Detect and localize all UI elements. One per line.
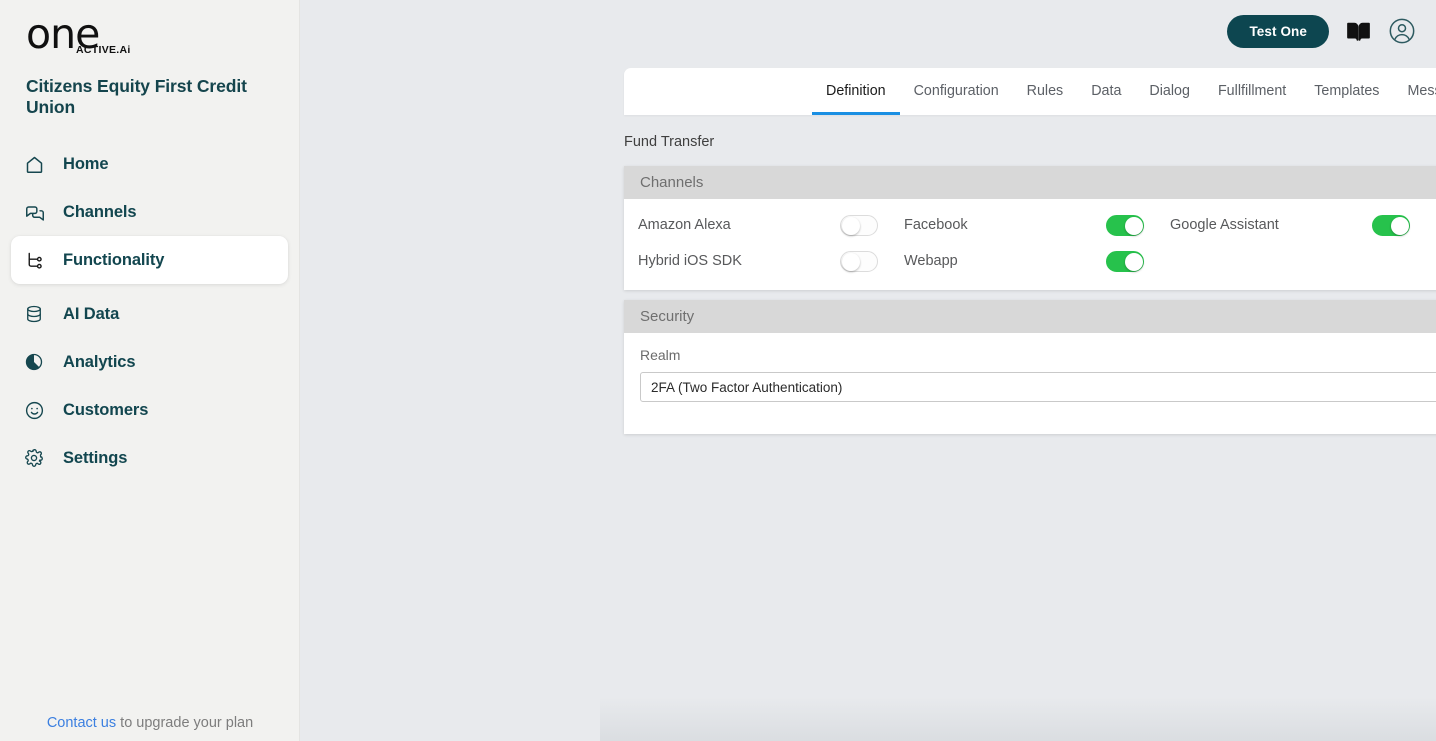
organization-name: Citizens Equity First Credit Union	[26, 76, 247, 117]
upgrade-plan-text: to upgrade your plan	[116, 715, 254, 731]
logo-tagline: ACTIVE.Ai	[76, 44, 131, 56]
toggle-knob	[1125, 216, 1143, 235]
contact-us-link[interactable]: Contact us	[47, 715, 116, 731]
channel-row-google-assistant: Google Assistant	[1170, 207, 1436, 243]
upgrade-plan-footer: Contact us to upgrade your plan	[0, 715, 300, 731]
sidebar-item-home[interactable]: Home	[11, 140, 288, 188]
bottom-fade-overlay	[600, 697, 1436, 741]
tab-templates[interactable]: Templates	[1300, 68, 1393, 115]
toggle-knob	[1125, 252, 1143, 271]
sidebar-item-settings[interactable]: Settings	[11, 434, 288, 482]
home-icon	[24, 154, 54, 175]
entity-title-row: Fund Transfer Save	[624, 118, 1436, 166]
channel-toggle-facebook[interactable]	[1106, 214, 1144, 236]
sidebar: one ACTIVE.Ai Citizens Equity First Cred…	[0, 0, 300, 741]
realm-selected-value: 2FA (Two Factor Authentication)	[651, 379, 843, 395]
channel-row-facebook: Facebook	[904, 207, 1170, 243]
book-icon[interactable]	[1345, 19, 1372, 44]
tab-rules[interactable]: Rules	[1013, 68, 1078, 115]
top-bar: Test One	[300, 0, 1436, 62]
sidebar-item-ai-data[interactable]: AI Data	[11, 290, 288, 338]
toggle-knob	[842, 216, 860, 235]
sidebar-item-label: Channels	[63, 202, 137, 221]
security-card: Security Realm 2FA (Two Factor Authentic…	[624, 300, 1436, 434]
sidebar-item-label: Home	[63, 154, 109, 173]
tab-bar: Definition Configuration Rules Data Dial…	[624, 68, 1436, 115]
channel-row-hybrid-ios-sdk: Hybrid iOS SDK	[638, 243, 904, 279]
test-one-button[interactable]: Test One	[1227, 14, 1329, 48]
sidebar-item-label: Customers	[63, 400, 149, 419]
tab-fullfillment[interactable]: Fullfillment	[1204, 68, 1300, 115]
channel-toggle-webapp[interactable]	[1106, 250, 1144, 272]
channel-toggle-hybrid-ios-sdk[interactable]	[840, 250, 878, 272]
pie-chart-icon	[24, 352, 54, 372]
channel-label: Webapp	[904, 253, 958, 269]
sidebar-item-label: AI Data	[63, 304, 120, 323]
channel-label: Facebook	[904, 217, 968, 233]
tab-message[interactable]: Message	[1393, 68, 1436, 115]
channel-toggle-amazon-alexa[interactable]	[840, 214, 878, 236]
page-title: Fund Transfer	[624, 134, 715, 150]
channel-row-webapp: Webapp	[904, 243, 1170, 279]
sidebar-nav: Home Channels Functionality AI Data Anal…	[0, 140, 299, 482]
brand-logo[interactable]: one ACTIVE.Ai	[0, 0, 299, 64]
realm-field: Realm 2FA (Two Factor Authentication)	[624, 333, 1436, 402]
sidebar-item-customers[interactable]: Customers	[11, 386, 288, 434]
smiley-face-icon	[24, 400, 54, 421]
security-section-header: Security	[624, 300, 1436, 333]
tab-definition[interactable]: Definition	[812, 68, 900, 115]
toggle-knob	[842, 252, 860, 271]
channel-label: Amazon Alexa	[638, 217, 731, 233]
chat-bubbles-icon	[24, 201, 54, 223]
tab-dialog[interactable]: Dialog	[1135, 68, 1204, 115]
channel-row-amazon-alexa: Amazon Alexa	[638, 207, 904, 243]
main-area: Test One Definition Configuration Rules …	[300, 0, 1436, 741]
node-tree-icon	[24, 250, 54, 271]
app-root: one ACTIVE.Ai Citizens Equity First Cred…	[0, 0, 1436, 741]
toggle-knob	[1391, 216, 1409, 235]
tab-data[interactable]: Data	[1077, 68, 1135, 115]
channel-row-empty-1	[1170, 243, 1436, 279]
sidebar-item-analytics[interactable]: Analytics	[11, 338, 288, 386]
database-icon	[24, 304, 54, 324]
realm-select[interactable]: 2FA (Two Factor Authentication)	[640, 372, 1436, 402]
channels-card: Channels Amazon Alexa Facebook Google As…	[624, 166, 1436, 290]
gear-icon	[24, 448, 54, 468]
sidebar-item-channels[interactable]: Channels	[11, 188, 288, 236]
sidebar-item-functionality[interactable]: Functionality	[11, 236, 288, 284]
channels-toggle-grid: Amazon Alexa Facebook Google Assistant H…	[624, 199, 1436, 279]
tab-configuration[interactable]: Configuration	[900, 68, 1013, 115]
channel-label: Google Assistant	[1170, 217, 1279, 233]
channel-toggle-google-assistant[interactable]	[1372, 214, 1410, 236]
channel-label: Hybrid iOS SDK	[638, 253, 742, 269]
channels-section-header: Channels	[624, 166, 1436, 199]
sidebar-item-label: Functionality	[63, 250, 165, 269]
user-circle-icon[interactable]	[1388, 17, 1416, 45]
sidebar-item-label: Settings	[63, 448, 128, 467]
sidebar-item-label: Analytics	[63, 352, 136, 371]
realm-label: Realm	[640, 347, 681, 363]
